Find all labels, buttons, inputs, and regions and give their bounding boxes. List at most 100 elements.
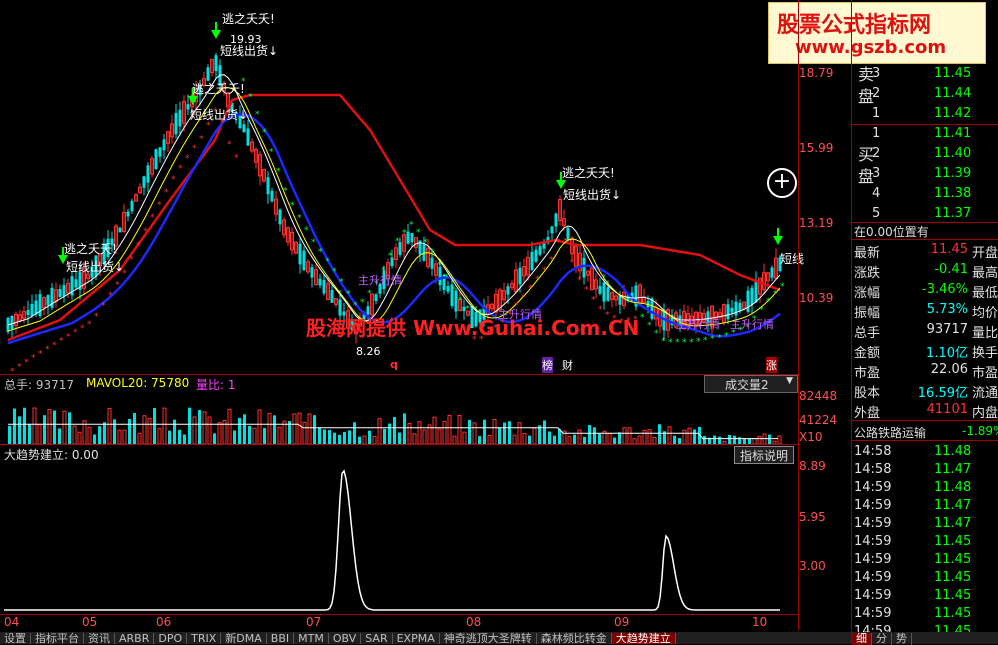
indicator-chart[interactable]	[0, 462, 798, 614]
volume-bar	[142, 415, 147, 444]
tab-item[interactable]: 指标平台	[31, 633, 84, 644]
volume-bar	[393, 417, 396, 444]
sector-name[interactable]: 公路铁路运输	[854, 424, 926, 441]
tab-item[interactable]: 森林频比转金	[537, 633, 612, 644]
tab-item[interactable]: DPO	[154, 633, 188, 644]
sar-dot: *	[353, 301, 358, 311]
candle-body	[242, 124, 246, 133]
sar-dot: *	[52, 341, 57, 351]
volume-dropdown[interactable]: 成交量2 ▼	[704, 375, 798, 393]
volume-bar	[267, 412, 272, 444]
volume-dropdown-label: 成交量2	[725, 378, 769, 392]
sar-dot: *	[17, 362, 22, 372]
volume-bar	[703, 435, 706, 444]
candle-body	[302, 250, 306, 271]
buy-row[interactable]: 1 11.41	[852, 124, 998, 144]
volume-bar	[358, 436, 361, 444]
candle-body	[730, 307, 734, 313]
volume-bar	[68, 412, 71, 444]
volume-bar	[297, 412, 302, 444]
tab-item[interactable]: 新DMA	[221, 633, 267, 644]
mark-cai[interactable]: 财	[562, 357, 573, 373]
candle-body	[126, 211, 130, 217]
sar-dot: *	[402, 229, 407, 239]
signal-top-2: 逃之夭夭!	[192, 82, 245, 96]
sar-dot: *	[346, 289, 351, 299]
volume-bar	[713, 435, 716, 444]
sar-dot: *	[80, 324, 85, 334]
volume-bar	[583, 436, 586, 444]
bull-label-3: 主升行情	[730, 318, 774, 331]
candle-body	[26, 310, 30, 315]
sar-dot: *	[248, 92, 253, 102]
candle-body	[518, 267, 522, 285]
volume-bar	[168, 430, 171, 444]
sell-row[interactable]: 2 11.44	[852, 84, 998, 104]
volume-bar	[248, 426, 251, 444]
tab-item[interactable]: ARBR	[115, 633, 155, 644]
candle-body	[406, 231, 410, 244]
candle-body	[118, 227, 122, 233]
sar-dot: *	[227, 140, 232, 150]
volume-bar	[58, 428, 61, 444]
volume-bar	[517, 422, 522, 444]
mark-q[interactable]: q	[390, 358, 398, 371]
quote-stat-row: 总手 93717 量比	[854, 322, 998, 341]
volume-bar	[462, 431, 467, 444]
tab-item[interactable]: TRIX	[187, 633, 222, 644]
volume-bar	[93, 434, 96, 444]
tab-item[interactable]: 设置	[0, 633, 31, 644]
volume-bar	[508, 421, 511, 444]
volume-bar	[47, 408, 52, 444]
date-tick: 07	[306, 615, 322, 629]
date-tick: 04	[4, 615, 20, 629]
tab-item[interactable]: BBI	[267, 633, 295, 644]
volume-ratio-label: 量比: 1	[196, 378, 236, 392]
sar-dot: *	[724, 331, 729, 341]
buy-row[interactable]: 5 11.37	[852, 204, 998, 224]
tick-row: 14:58 11.48	[854, 444, 972, 459]
volume-bar	[403, 413, 406, 444]
volume-bar	[137, 432, 142, 444]
volume-bar	[468, 419, 471, 444]
buy-row[interactable]: 4 11.38	[852, 184, 998, 204]
volume-bar	[103, 422, 106, 444]
tab-item[interactable]: MTM	[294, 633, 329, 644]
candle-body	[746, 290, 750, 312]
sar-dot: *	[696, 337, 701, 347]
buy-row[interactable]: 2 11.40	[852, 144, 998, 164]
tab-item[interactable]: 大趋势建立	[611, 633, 676, 644]
sar-dot: *	[24, 358, 29, 368]
volume-bar	[323, 429, 326, 444]
sell-row[interactable]: 3 11.45	[852, 64, 998, 84]
volume-bar	[98, 426, 101, 444]
tab-item[interactable]: EXPMA	[393, 633, 440, 644]
volume-bar	[368, 430, 371, 444]
tab-item[interactable]: SAR	[361, 633, 393, 644]
tab-item[interactable]: 资讯	[84, 633, 115, 644]
mark-zhang[interactable]: 涨	[766, 357, 777, 373]
mark-bang[interactable]: 榜	[542, 357, 553, 373]
candle-body	[214, 55, 218, 71]
volume-bar	[318, 427, 321, 444]
tab-detail[interactable]: 细	[852, 633, 872, 645]
tab-item[interactable]: OBV	[329, 633, 362, 644]
volume-bar	[32, 407, 37, 444]
volume-bar	[483, 419, 486, 444]
volume-chart[interactable]	[0, 392, 798, 444]
volume-bar	[432, 416, 437, 444]
sar-dot: *	[94, 312, 99, 322]
zoom-plus-icon[interactable]: +	[767, 168, 797, 198]
candle-body	[34, 300, 38, 315]
sell-row[interactable]: 1 11.42	[852, 104, 998, 124]
volume-bar	[202, 411, 207, 444]
volume-bar	[188, 407, 191, 444]
volume-bar	[213, 433, 216, 444]
volume-bar	[198, 409, 201, 444]
tab-item[interactable]: 神奇逃顶大圣牌转	[440, 633, 537, 644]
tab-shi[interactable]: 势	[892, 633, 912, 645]
buy-row[interactable]: 3 11.39	[852, 164, 998, 184]
date-tick: 09	[614, 615, 630, 629]
tab-fen[interactable]: 分	[872, 633, 892, 645]
volume-bar	[62, 410, 67, 444]
